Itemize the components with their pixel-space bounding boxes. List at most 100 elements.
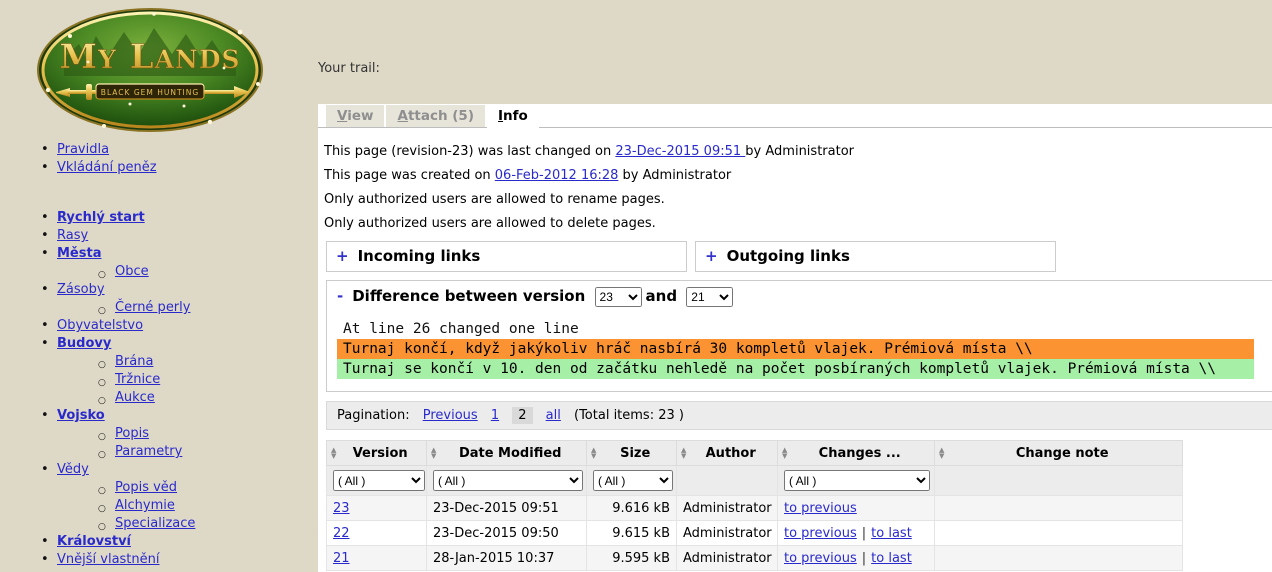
- tab-attach[interactable]: Attach (5): [386, 105, 485, 127]
- sidebar-item-obce[interactable]: Obce: [0, 263, 318, 281]
- sidebar-item-alchymie[interactable]: Alchymie: [0, 497, 318, 515]
- sidebar-link[interactable]: Aukce: [115, 390, 155, 405]
- sidebar-link[interactable]: Popis: [115, 426, 149, 441]
- diff-version-to-select[interactable]: 21: [686, 287, 733, 307]
- expand-icon[interactable]: +: [336, 247, 349, 265]
- version-link[interactable]: 21: [333, 551, 350, 566]
- sidebar-link[interactable]: Obce: [115, 264, 149, 279]
- version-filter-select[interactable]: ( All ): [333, 470, 425, 491]
- last-changed-text: This page (revision-23) was last changed…: [324, 144, 615, 159]
- size-cell: 9.615 kB: [587, 521, 677, 546]
- sidebar-link[interactable]: Alchymie: [115, 498, 175, 513]
- expand-icon[interactable]: +: [705, 247, 718, 265]
- pagination-current-page: 2: [512, 407, 532, 424]
- sidebar-item-aukce[interactable]: Aukce: [0, 389, 318, 407]
- sidebar-link[interactable]: Zásoby: [57, 282, 105, 297]
- created-author: by Administrator: [618, 168, 731, 183]
- sort-icon[interactable]: ▲▼: [591, 447, 596, 459]
- tab-info[interactable]: Info: [487, 105, 539, 128]
- sort-icon[interactable]: ▲▼: [782, 447, 787, 459]
- to-previous-link[interactable]: to previous: [784, 526, 857, 541]
- svg-text:BLACK GEM HUNTING: BLACK GEM HUNTING: [101, 88, 199, 97]
- header-date-modified[interactable]: ▲▼Date Modified: [427, 441, 587, 466]
- sidebar-item-rychly-start[interactable]: Rychlý start: [0, 209, 318, 227]
- created-date-link[interactable]: 06-Feb-2012 16:28: [495, 168, 619, 183]
- sidebar-item-brana[interactable]: Brána: [0, 353, 318, 371]
- last-changed-date-link[interactable]: 23-Dec-2015 09:51: [615, 144, 745, 159]
- sidebar-item-budovy[interactable]: Budovy: [0, 335, 318, 353]
- sidebar-link[interactable]: Parametry: [115, 444, 182, 459]
- pagination-page-1-link[interactable]: 1: [491, 408, 499, 423]
- date-cell: 23-Dec-2015 09:50: [427, 521, 587, 546]
- date-filter-select[interactable]: ( All ): [433, 470, 583, 491]
- sidebar-item-vnejsi-vlastneni[interactable]: Vnější vlastnění: [0, 551, 318, 569]
- mylands-logo[interactable]: MY LANDS BLACK GEM HUNTING: [34, 6, 266, 136]
- sidebar-item-zasoby[interactable]: Zásoby: [0, 281, 318, 299]
- sort-icon[interactable]: ▲▼: [331, 447, 336, 459]
- mylands-logo-image: MY LANDS BLACK GEM HUNTING: [34, 6, 266, 136]
- header-change-note[interactable]: ▲▼Change note: [935, 441, 1183, 466]
- sidebar-link[interactable]: Pravidla: [57, 142, 109, 157]
- sidebar-item-popis-ved[interactable]: Popis věd: [0, 479, 318, 497]
- sidebar-link[interactable]: Specializace: [115, 516, 195, 531]
- author-cell: Administrator: [677, 546, 778, 571]
- version-link[interactable]: 22: [333, 526, 350, 541]
- header-size[interactable]: ▲▼Size: [587, 441, 677, 466]
- sort-icon[interactable]: ▲▼: [431, 447, 436, 459]
- header-changes[interactable]: ▲▼Changes ...: [778, 441, 935, 466]
- change-note-filter-cell: [935, 466, 1183, 496]
- sidebar-link[interactable]: Rychlý start: [57, 210, 145, 225]
- sidebar-link[interactable]: Města: [57, 246, 101, 261]
- info-content: This page (revision-23) was last changed…: [318, 128, 1272, 572]
- to-previous-link[interactable]: to previous: [784, 501, 857, 516]
- sidebar-link[interactable]: Království: [57, 534, 131, 549]
- sidebar-link[interactable]: Vkládání peněz: [57, 160, 157, 175]
- sidebar-item-cerne-perly[interactable]: Černé perly: [0, 299, 318, 317]
- sidebar-item-obyvatelstvo[interactable]: Obyvatelstvo: [0, 317, 318, 335]
- diff-version-from-select[interactable]: 23: [595, 287, 642, 307]
- sidebar-nav: Pravidla Vkládání peněz Rychlý start Ras…: [0, 141, 318, 569]
- diff-added-line: Turnaj se končí v 10. den od začátku neh…: [337, 359, 1254, 379]
- sidebar-link[interactable]: Vojsko: [57, 408, 105, 423]
- incoming-links-box[interactable]: + Incoming links: [326, 241, 687, 272]
- sidebar-link[interactable]: Popis věd: [115, 480, 177, 495]
- collapse-icon[interactable]: -: [337, 287, 343, 305]
- sidebar-link[interactable]: Brána: [115, 354, 153, 369]
- sidebar-link[interactable]: Obyvatelstvo: [57, 318, 143, 333]
- changes-filter-select[interactable]: ( All ): [784, 470, 930, 491]
- sidebar-link[interactable]: Rasy: [57, 228, 88, 243]
- tab-view[interactable]: View: [326, 105, 384, 127]
- date-cell: 28-Jan-2015 10:37: [427, 546, 587, 571]
- sidebar-link[interactable]: Tržnice: [115, 372, 160, 387]
- sidebar-item-pravidla[interactable]: Pravidla: [0, 141, 318, 159]
- to-last-link[interactable]: to last: [871, 526, 912, 541]
- size-filter-select[interactable]: ( All ): [593, 470, 673, 491]
- sidebar-item-specializace[interactable]: Specializace: [0, 515, 318, 533]
- sidebar-link[interactable]: Budovy: [57, 336, 111, 351]
- sidebar-item-kralovstvi[interactable]: Království: [0, 533, 318, 551]
- sidebar-item-rasy[interactable]: Rasy: [0, 227, 318, 245]
- sidebar-item-vojsko[interactable]: Vojsko: [0, 407, 318, 425]
- sort-icon[interactable]: ▲▼: [939, 447, 944, 459]
- sort-icon[interactable]: ▲▼: [681, 447, 686, 459]
- sidebar-link[interactable]: Vědy: [57, 462, 89, 477]
- sidebar-link[interactable]: Vnější vlastnění: [57, 552, 160, 567]
- diff-context-line: At line 26 changed one line: [337, 319, 1272, 339]
- pagination-total: (Total items: 23 ): [574, 408, 684, 423]
- version-link[interactable]: 23: [333, 501, 350, 516]
- sidebar-item-vedy[interactable]: Vědy: [0, 461, 318, 479]
- sidebar-item-parametry[interactable]: Parametry: [0, 443, 318, 461]
- incoming-links-title: Incoming links: [358, 247, 481, 265]
- sidebar-item-mesta[interactable]: Města: [0, 245, 318, 263]
- sidebar-item-vkladani-penez[interactable]: Vkládání peněz: [0, 159, 318, 177]
- header-version[interactable]: ▲▼Version: [327, 441, 427, 466]
- pagination-all-link[interactable]: all: [546, 408, 561, 423]
- outgoing-links-box[interactable]: +Outgoing links: [695, 241, 1056, 272]
- sidebar-item-popis[interactable]: Popis: [0, 425, 318, 443]
- sidebar-link[interactable]: Černé perly: [115, 300, 190, 315]
- pagination-previous-link[interactable]: Previous: [423, 408, 478, 423]
- header-author[interactable]: ▲▼Author: [677, 441, 778, 466]
- to-previous-link[interactable]: to previous: [784, 551, 857, 566]
- sidebar-item-trznice[interactable]: Tržnice: [0, 371, 318, 389]
- to-last-link[interactable]: to last: [871, 551, 912, 566]
